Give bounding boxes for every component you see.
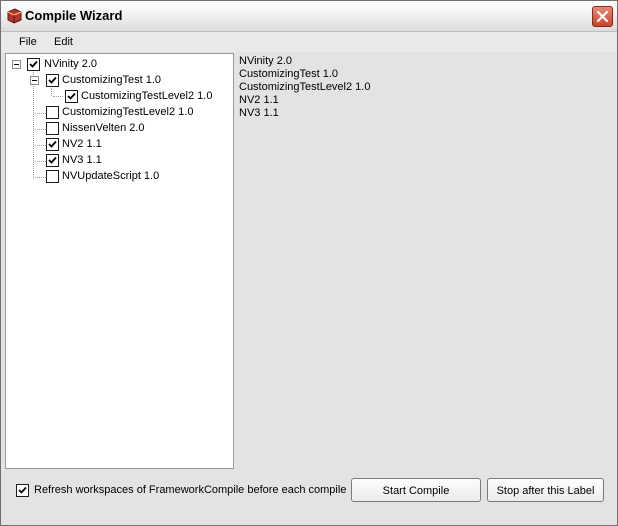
tree-node-label: NVinity 2.0 bbox=[44, 58, 97, 70]
tree-node-label: CustomizingTestLevel2 1.0 bbox=[81, 90, 213, 102]
tree-node-label: NV3 1.1 bbox=[62, 154, 102, 166]
footer-bar: Refresh workspaces of FrameworkCompile b… bbox=[1, 471, 617, 525]
collapse-toggle[interactable] bbox=[12, 60, 21, 69]
tree-node-nissenvelten[interactable]: NissenVelten 2.0 bbox=[6, 122, 231, 138]
list-item: CustomizingTestLevel2 1.0 bbox=[239, 81, 371, 93]
checkbox-nissenvelten[interactable] bbox=[46, 122, 59, 135]
tree-node-customizingtestlevel2[interactable]: CustomizingTestLevel2 1.0 bbox=[6, 106, 231, 122]
refresh-label[interactable]: Refresh workspaces of FrameworkCompile b… bbox=[34, 484, 346, 496]
checkbox-customizingtestlevel2[interactable] bbox=[46, 106, 59, 119]
stop-after-label-button[interactable]: Stop after this Label bbox=[487, 478, 604, 502]
close-button[interactable] bbox=[592, 6, 613, 27]
window-title: Compile Wizard bbox=[25, 8, 123, 23]
tree-node-nvupdatescript[interactable]: NVUpdateScript 1.0 bbox=[6, 170, 231, 186]
menu-edit[interactable]: Edit bbox=[54, 36, 73, 48]
list-item: NV2 1.1 bbox=[239, 94, 279, 106]
start-compile-button[interactable]: Start Compile bbox=[351, 478, 481, 502]
list-item: CustomizingTest 1.0 bbox=[239, 68, 339, 80]
refresh-checkbox[interactable] bbox=[16, 484, 29, 497]
title-bar[interactable]: Compile Wizard bbox=[1, 1, 617, 32]
compile-wizard-window: Compile Wizard File Edit NVinity 2.0 Cus… bbox=[0, 0, 618, 526]
close-icon bbox=[596, 10, 609, 23]
tree-node-label: CustomizingTest 1.0 bbox=[62, 74, 162, 86]
checkbox-customizingtestlevel2-child[interactable] bbox=[65, 90, 78, 103]
checkmark-icon bbox=[67, 92, 76, 100]
checkbox-nv3[interactable] bbox=[46, 154, 59, 167]
checkmark-icon bbox=[48, 76, 57, 84]
tree-node-customizingtestlevel2-child[interactable]: CustomizingTestLevel2 1.0 bbox=[6, 90, 231, 106]
list-item: NVinity 2.0 bbox=[239, 55, 292, 67]
tree-node-nvinity[interactable]: NVinity 2.0 bbox=[6, 58, 231, 74]
tree-node-label: NVUpdateScript 1.0 bbox=[62, 170, 160, 182]
menu-file[interactable]: File bbox=[19, 36, 37, 48]
tree-node-customizingtest[interactable]: CustomizingTest 1.0 bbox=[6, 74, 231, 90]
app-icon bbox=[7, 8, 22, 24]
minus-icon bbox=[14, 64, 19, 65]
checkmark-icon bbox=[29, 60, 38, 68]
minus-icon bbox=[32, 80, 37, 81]
tree-node-label: NissenVelten 2.0 bbox=[62, 122, 145, 134]
tree-node-nv3[interactable]: NV3 1.1 bbox=[6, 154, 231, 170]
collapse-toggle[interactable] bbox=[30, 76, 39, 85]
list-item: NV3 1.1 bbox=[239, 107, 279, 119]
checkbox-nvupdatescript[interactable] bbox=[46, 170, 59, 183]
checkbox-nvinity[interactable] bbox=[27, 58, 40, 71]
project-tree[interactable]: NVinity 2.0 CustomizingTest 1.0 Customiz… bbox=[5, 53, 234, 469]
checkmark-icon bbox=[48, 156, 57, 164]
menu-bar: File Edit bbox=[1, 32, 617, 52]
checkbox-customizingtest[interactable] bbox=[46, 74, 59, 87]
checkmark-icon bbox=[18, 486, 27, 494]
tree-node-label: NV2 1.1 bbox=[62, 138, 102, 150]
checkbox-nv2[interactable] bbox=[46, 138, 59, 151]
tree-node-label: CustomizingTestLevel2 1.0 bbox=[62, 106, 194, 118]
tree-node-nv2[interactable]: NV2 1.1 bbox=[6, 138, 231, 154]
compile-order-list: NVinity 2.0 CustomizingTest 1.0 Customiz… bbox=[237, 53, 615, 469]
checkmark-icon bbox=[48, 140, 57, 148]
